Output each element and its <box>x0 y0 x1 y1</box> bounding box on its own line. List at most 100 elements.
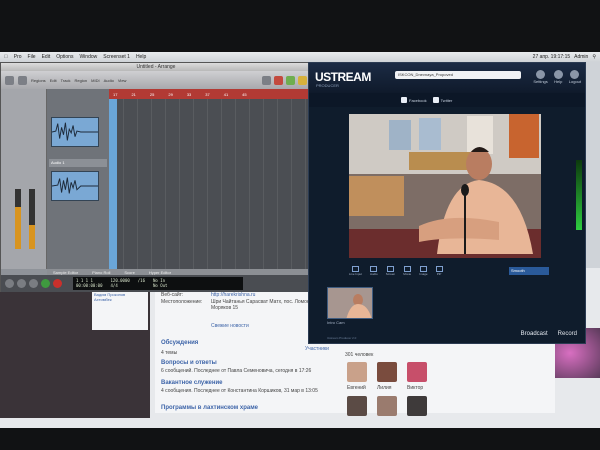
location-label: Местоположение: <box>161 299 203 305</box>
live-input-button[interactable]: Live Input <box>349 266 362 276</box>
rewind-button[interactable] <box>5 279 14 288</box>
tab-piano-roll[interactable]: Piano Roll <box>92 270 110 275</box>
topic-meta-2: 4 сообщения. Последнее от Константина Ко… <box>161 388 318 394</box>
gear-icon <box>536 70 546 79</box>
image-button[interactable]: Image <box>419 266 428 276</box>
help-icon <box>553 70 563 79</box>
toolbar-button[interactable] <box>262 75 271 85</box>
topic-title-1[interactable]: Вопросы и ответы <box>161 360 217 366</box>
member-name-1[interactable]: Евгений <box>347 385 366 391</box>
menu-item-help[interactable]: Help <box>136 54 146 60</box>
movie-button[interactable]: Movie <box>403 266 411 276</box>
topics-count: 4 темы <box>161 350 178 356</box>
twitter-icon <box>432 97 439 103</box>
transport-bar: 1 1 1 1 00:00:00:00 120.0000 4/4 /16 No In… <box>1 275 311 292</box>
thumbnail-label: Intro Cam <box>327 320 345 325</box>
toolbar-button[interactable] <box>286 75 295 85</box>
toolbar-label-midi[interactable]: MIDI <box>91 78 99 83</box>
discussions-heading[interactable]: Обсуждения <box>161 340 198 346</box>
menu-item-pro[interactable]: Pro <box>14 54 22 60</box>
arrange-toolbar: Regions Edit Track Region MIDI Audio Vie… <box>1 71 311 89</box>
user-name[interactable]: Admin <box>574 54 588 60</box>
record-button[interactable]: Record <box>558 331 577 337</box>
pip-button[interactable]: PiP <box>435 266 443 276</box>
lcd-out: No Out <box>153 283 168 288</box>
ustream-logo: USTREAM <box>315 70 371 84</box>
spotlight-icon[interactable]: ⚲ <box>592 54 596 60</box>
share-row: Facebook Twitter <box>309 93 585 107</box>
arrange-area[interactable]: 17 21 25 29 33 37 41 45 <box>109 89 309 269</box>
video-preview[interactable] <box>349 114 541 258</box>
menu-item-file[interactable]: File <box>28 54 36 60</box>
member-name-2[interactable]: Лилия <box>377 385 392 391</box>
menu-item-edit[interactable]: Edit <box>42 54 51 60</box>
apple-icon[interactable]:  <box>4 54 8 60</box>
twitter-toggle[interactable]: Twitter <box>432 97 452 103</box>
level-meter <box>576 160 582 230</box>
help-button[interactable]: Help <box>553 70 563 84</box>
tab-hyper-editor[interactable]: Hyper Editor <box>149 270 171 275</box>
toolbar-button[interactable] <box>18 75 27 85</box>
logout-button[interactable]: Logout <box>569 70 581 84</box>
clock[interactable]: 27 апр. 19:17:15 <box>533 54 570 60</box>
topic-title-2[interactable]: Вакантное служение <box>161 380 223 386</box>
track-grid[interactable] <box>109 99 309 269</box>
ustream-producer-window[interactable]: USTREAM PRODUCER ISKCON_Dnevnaya_Propove… <box>308 62 586 344</box>
transition-dropdown[interactable]: Smooth <box>509 267 549 275</box>
facebook-toggle[interactable]: Facebook <box>401 97 427 103</box>
members-label[interactable]: Участники <box>305 346 329 352</box>
menu-item-screenset[interactable]: Screenset 1 <box>103 54 130 60</box>
track-name[interactable]: Audio 1 <box>49 159 107 167</box>
volume-fader[interactable] <box>29 189 35 249</box>
toolbar-label-view[interactable]: View <box>118 78 127 83</box>
toolbar-label-audio[interactable]: Audio <box>104 78 114 83</box>
forward-button[interactable] <box>17 279 26 288</box>
audio-region[interactable] <box>51 117 99 147</box>
avatar[interactable] <box>377 396 397 416</box>
logic-arrange-window[interactable]: Untitled - Arrange Regions Edit Track Re… <box>0 62 312 292</box>
source-toolbar: Live Input Audio Screen Movie Image PiP … <box>349 263 549 279</box>
site-link[interactable]: http://harekrishna.ru <box>211 292 255 298</box>
lcd-display[interactable]: 1 1 1 1 00:00:00:00 120.0000 4/4 /16 No In… <box>73 277 243 290</box>
volume-fader[interactable] <box>15 189 21 249</box>
avatar[interactable] <box>347 396 367 416</box>
avatar[interactable] <box>407 362 427 382</box>
toolbar-label-region[interactable]: Region <box>74 78 87 83</box>
tab-sample-editor[interactable]: Sample Editor <box>53 270 78 275</box>
avatar[interactable] <box>407 396 427 416</box>
audio-button[interactable]: Audio <box>370 266 378 276</box>
live-video-frame <box>349 114 541 258</box>
record-button[interactable] <box>53 279 62 288</box>
fresh-news-link[interactable]: Свежие новости <box>211 323 249 329</box>
topic-title-3[interactable]: Программы в лахтинском храме <box>161 405 258 411</box>
avatar[interactable] <box>377 362 397 382</box>
avatar[interactable] <box>347 362 367 382</box>
menu-item-options[interactable]: Options <box>56 54 73 60</box>
settings-button[interactable]: Settings <box>533 70 548 84</box>
left-link-2[interactable]: Ахтимбек <box>94 297 146 302</box>
channel-url-field[interactable]: ISKCON_Dnevnaya_Propoved <box>395 71 521 79</box>
member-name-3[interactable]: Виктор <box>407 385 423 391</box>
play-button[interactable] <box>41 279 50 288</box>
stop-button[interactable] <box>29 279 38 288</box>
source-thumbnail[interactable] <box>327 287 373 319</box>
toolbar-label-regions[interactable]: Regions <box>31 78 46 83</box>
menu-item-window[interactable]: Window <box>79 54 97 60</box>
audio-region[interactable] <box>51 171 99 201</box>
thumbnail-image <box>328 288 372 318</box>
toolbar-label-track[interactable]: Track <box>61 78 71 83</box>
toolbar-label-edit[interactable]: Edit <box>50 78 57 83</box>
power-icon <box>570 70 580 79</box>
toolbar-button[interactable] <box>274 75 283 85</box>
lcd-signature: 4/4 <box>110 283 118 288</box>
facebook-icon <box>401 97 407 103</box>
toolbar-button[interactable] <box>298 75 307 85</box>
screen-button[interactable]: Screen <box>386 266 395 276</box>
window-title[interactable]: Untitled - Arrange <box>1 63 311 71</box>
tab-score[interactable]: Score <box>124 270 134 275</box>
toolbar-button[interactable] <box>5 75 14 85</box>
broadcast-button[interactable]: Broadcast <box>521 331 548 337</box>
bar-ruler[interactable]: 17 21 25 29 33 37 41 45 <box>109 89 309 99</box>
lcd-time: 00:00:00:00 <box>76 283 103 288</box>
footer-version: Ustream Producer 2.0 <box>327 336 357 340</box>
